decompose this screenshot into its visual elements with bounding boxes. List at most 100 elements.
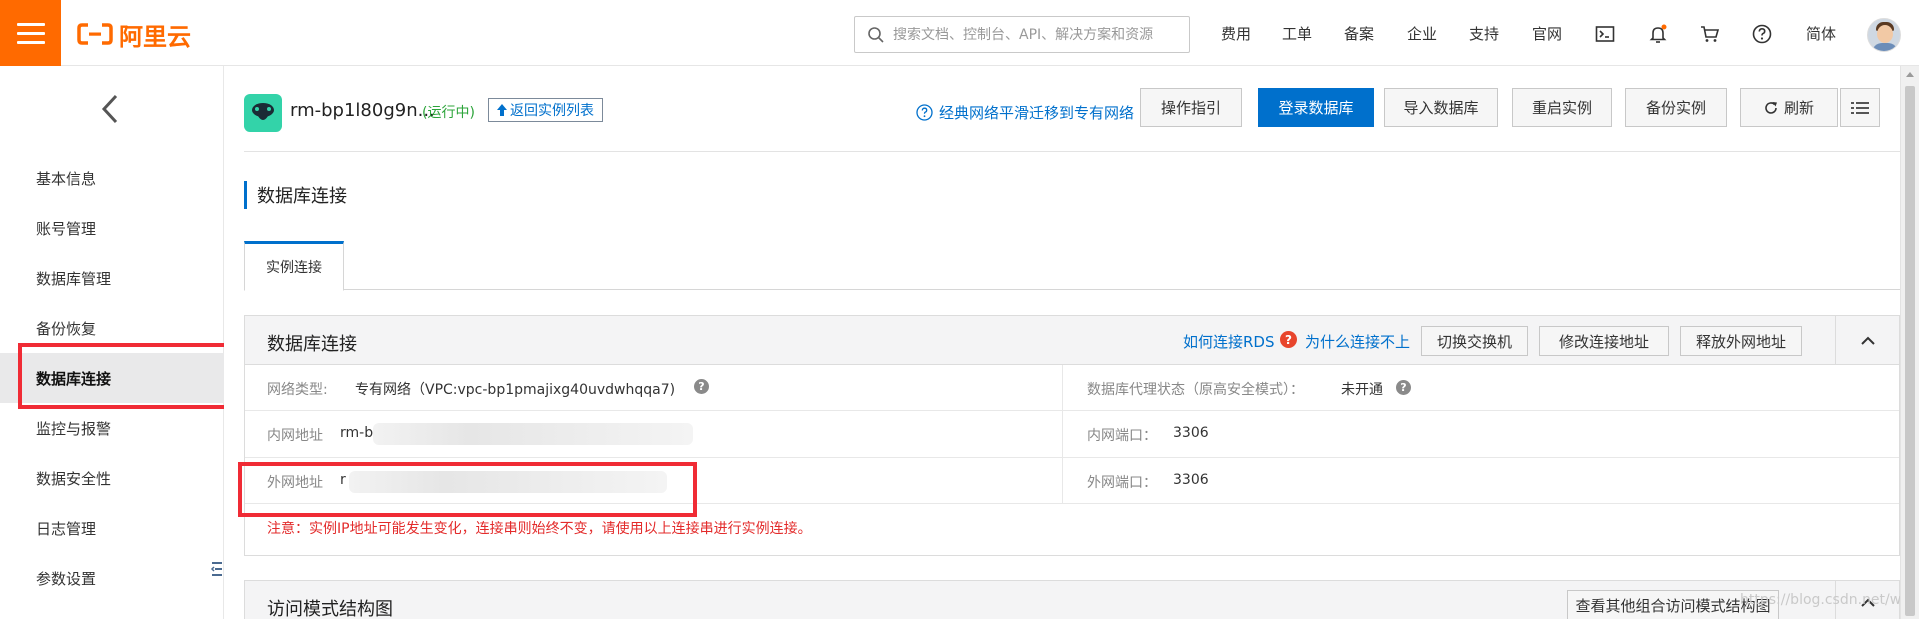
network-help-icon[interactable]: ? [694, 379, 709, 394]
guide-button[interactable]: 操作指引 [1140, 88, 1242, 127]
nav-filing[interactable]: 备案 [1344, 0, 1374, 66]
list-view-button[interactable] [1840, 88, 1880, 127]
access-mode-title: 访问模式结构图 [267, 599, 393, 619]
search-box[interactable] [854, 16, 1190, 53]
backup-instance-button[interactable]: 备份实例 [1625, 88, 1727, 127]
intranet-port-label: 内网端口： [1087, 428, 1157, 444]
help-icon[interactable] [1752, 24, 1772, 44]
search-icon [868, 26, 884, 43]
aliyun-logo-icon [77, 23, 113, 45]
arrow-up-icon [497, 104, 507, 116]
sidebar-item-basic-info[interactable]: 基本信息 [0, 153, 224, 203]
intranet-cell: 内网地址 rm-b [245, 411, 1063, 457]
tab-bar: 实例连接 [244, 241, 1900, 291]
guide-label: 操作指引 [1160, 99, 1221, 117]
network-type-label: 网络类型: [267, 382, 328, 398]
highlight-box-sidebar [18, 343, 228, 409]
question-circle-icon [916, 104, 933, 121]
menu-icon[interactable] [0, 0, 61, 66]
extranet-port-label: 外网端口： [1087, 475, 1157, 491]
panel-title: 数据库连接 [267, 334, 357, 355]
chevron-up-icon [1860, 336, 1875, 345]
sidebar-item-label: 日志管理 [36, 519, 97, 538]
sidebar-item-label: 数据安全性 [36, 469, 112, 488]
cart-icon[interactable] [1700, 24, 1720, 44]
sidebar-item-params[interactable]: 参数设置 [0, 553, 224, 603]
lang-switch[interactable]: 简体 [1806, 0, 1836, 66]
nav-official-site[interactable]: 官网 [1532, 0, 1562, 66]
extranet-port-value: 3306 [1173, 472, 1209, 488]
sidebar-item-accounts[interactable]: 账号管理 [0, 203, 224, 253]
list-icon [1851, 101, 1869, 114]
terminal-icon[interactable] [1595, 24, 1615, 44]
blurred-intranet-address [373, 423, 693, 445]
switch-vswitch-button[interactable]: 切换交换机 [1421, 326, 1528, 356]
network-type-value: 专有网络（VPC:vpc-bp1pmajixg40uvdwhqqa7) [355, 382, 676, 398]
page-title: 数据库连接 [244, 181, 347, 209]
back-arrow-icon[interactable] [98, 92, 122, 126]
back-to-list-label: 返回实例列表 [510, 103, 594, 119]
help-red-icon[interactable]: ? [1280, 331, 1297, 348]
sidebar-item-security[interactable]: 数据安全性 [0, 453, 224, 503]
lang-label: 简体 [1806, 24, 1837, 43]
logo-text: 阿里云 [119, 22, 191, 51]
sidebar-item-monitoring[interactable]: 监控与报警 [0, 403, 224, 453]
top-bar: 阿里云 费用 工单 备案 企业 支持 官网 简体 [0, 0, 1919, 66]
login-database-button[interactable]: 登录数据库 [1258, 88, 1374, 127]
proxy-status-value: 未开通 [1341, 382, 1383, 398]
nav-filing-label: 备案 [1344, 24, 1375, 43]
main-content: rm-bp1l80g9n... (运行中) 返回实例列表 经典网络平滑迁移到专有… [224, 66, 1900, 619]
sidebar-collapse-icon[interactable] [210, 559, 224, 579]
import-database-button[interactable]: 导入数据库 [1384, 88, 1498, 127]
sidebar-item-databases[interactable]: 数据库管理 [0, 253, 224, 303]
modify-address-button[interactable]: 修改连接地址 [1539, 326, 1669, 356]
intranet-address-value[interactable]: rm-b [340, 425, 373, 441]
release-public-address-button[interactable]: 释放外网地址 [1680, 326, 1802, 356]
access-mode-panel: 访问模式结构图 查看其他组合访问模式结构图 [244, 580, 1900, 619]
backup-instance-label: 备份实例 [1645, 99, 1706, 117]
panel-collapse-button[interactable] [1835, 316, 1899, 365]
refresh-button[interactable]: 刷新 [1740, 88, 1838, 127]
proxy-help-icon[interactable]: ? [1396, 380, 1411, 395]
avatar[interactable] [1867, 18, 1901, 52]
tab-instance-connection[interactable]: 实例连接 [244, 241, 344, 291]
migrate-network-link[interactable]: 经典网络平滑迁移到专有网络 [916, 102, 1134, 123]
intranet-row: 内网地址 rm-b 内网端口： 3306 [245, 411, 1899, 458]
scrollbar-thumb[interactable] [1905, 86, 1915, 616]
instance-header: rm-bp1l80g9n... (运行中) 返回实例列表 经典网络平滑迁移到专有… [224, 66, 1900, 152]
panel-header: 数据库连接 如何连接RDS ? 为什么连接不上 切换交换机 修改连接地址 释放外… [245, 316, 1899, 365]
nav-ticket-label: 工单 [1282, 24, 1313, 43]
back-to-list-button[interactable]: 返回实例列表 [488, 98, 603, 122]
ip-change-notice: 注意：实例IP地址可能发生变化，连接串则始终不变，请使用以上连接串进行实例连接。 [267, 521, 812, 537]
restart-instance-button[interactable]: 重启实例 [1512, 88, 1612, 127]
scroll-up-arrow-icon[interactable] [1906, 72, 1914, 77]
watermark-text: https://blog.csdn.net/weixin_45927423 [1740, 592, 1919, 608]
header-divider [244, 151, 1900, 152]
rds-seal-icon [252, 103, 274, 120]
restart-instance-label: 重启实例 [1531, 99, 1592, 117]
nav-enterprise[interactable]: 企业 [1407, 0, 1437, 66]
refresh-label: 刷新 [1783, 99, 1814, 117]
release-public-address-label: 释放外网地址 [1695, 332, 1786, 351]
login-database-label: 登录数据库 [1278, 99, 1354, 117]
rds-instance-icon [244, 94, 282, 132]
search-input[interactable] [893, 26, 1183, 43]
sidebar-item-logs[interactable]: 日志管理 [0, 503, 224, 553]
sidebar-item-label: 备份恢复 [36, 319, 97, 338]
nav-fee[interactable]: 费用 [1221, 0, 1251, 66]
sidebar-item-label: 监控与报警 [36, 419, 112, 438]
intranet-address-label: 内网地址 [267, 428, 323, 444]
nav-fee-label: 费用 [1221, 24, 1252, 43]
bell-icon[interactable] [1648, 24, 1668, 44]
network-type-row: 网络类型: 专有网络（VPC:vpc-bp1pmajixg40uvdwhqqa7… [245, 365, 1899, 411]
why-cannot-connect-link[interactable]: 为什么连接不上 [1305, 331, 1410, 352]
switch-vswitch-label: 切换交换机 [1436, 332, 1512, 351]
modify-address-label: 修改连接地址 [1558, 332, 1649, 351]
aliyun-logo[interactable]: 阿里云 [77, 20, 191, 51]
nav-ticket[interactable]: 工单 [1282, 0, 1312, 66]
import-database-label: 导入数据库 [1403, 99, 1479, 117]
nav-support-label: 支持 [1469, 24, 1500, 43]
nav-support[interactable]: 支持 [1469, 0, 1499, 66]
how-to-connect-link[interactable]: 如何连接RDS [1183, 331, 1275, 352]
vertical-scrollbar[interactable] [1900, 66, 1919, 619]
